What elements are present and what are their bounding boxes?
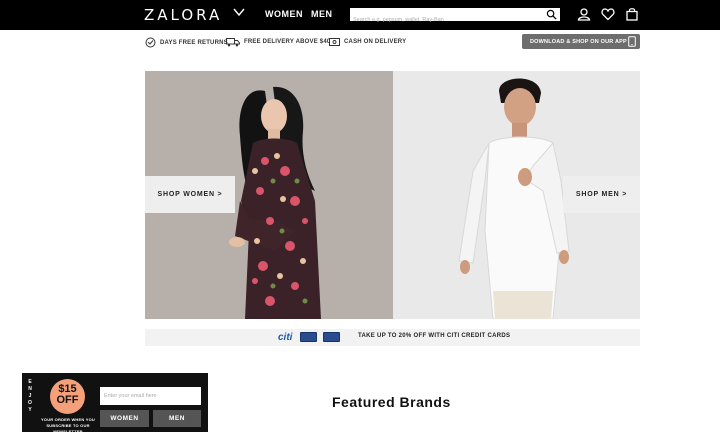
citi-logo: citi	[278, 332, 293, 343]
returns-icon	[145, 37, 156, 48]
chevron-down-icon[interactable]	[232, 5, 246, 19]
citi-promo-bar[interactable]: citi TAKE UP TO 20% OFF WITH CITI CREDIT…	[145, 329, 640, 346]
zalora-logo[interactable]: ZALORA	[144, 6, 222, 24]
shop-men-button[interactable]: SHOP MEN >	[563, 176, 640, 213]
enjoy-vertical-text: ENJOY	[26, 379, 34, 414]
usp-cod-label: CASH ON DELIVERY	[344, 39, 407, 45]
shop-women-button[interactable]: SHOP WOMEN >	[145, 176, 235, 213]
usp-returns-label: DAYS FREE RETURNS	[160, 39, 228, 46]
citi-promo-text: TAKE UP TO 20% OFF WITH CITI CREDIT CARD…	[358, 333, 511, 339]
top-navigation-bar: ZALORA WOMEN MEN	[0, 0, 720, 30]
user-icon[interactable]	[577, 7, 591, 21]
search-input[interactable]	[350, 13, 540, 27]
hero-men-banner[interactable]: SHOP MEN >	[393, 71, 640, 319]
featured-brands-title: Featured Brands	[332, 394, 451, 410]
bag-icon[interactable]	[625, 7, 639, 21]
search-icon[interactable]	[546, 9, 557, 20]
nav-men[interactable]: MEN	[311, 9, 333, 19]
truck-icon	[226, 38, 240, 47]
subscribe-men-button[interactable]: MEN	[153, 410, 201, 427]
search-bar	[350, 8, 560, 27]
enjoy-letters: ENJOY	[28, 379, 32, 413]
email-field[interactable]	[100, 387, 201, 405]
phone-icon	[628, 36, 636, 47]
discount-badge: $15 OFF	[50, 379, 85, 414]
newsletter-subtext: YOUR ORDER WHEN YOU SUBSCRIBE TO OUR NEW…	[41, 417, 95, 434]
usp-cod: CASH ON DELIVERY	[329, 37, 406, 47]
usp-delivery-label: FREE DELIVERY ABOVE $40	[244, 39, 331, 45]
discount-off: OFF	[56, 394, 79, 406]
credit-card-icon	[300, 332, 317, 342]
heart-icon[interactable]	[601, 7, 615, 21]
subscribe-women-button[interactable]: WOMEN	[100, 410, 149, 427]
download-app-button[interactable]: DOWNLOAD & SHOP ON OUR APP	[522, 34, 640, 49]
download-app-label: DOWNLOAD & SHOP ON OUR APP	[530, 38, 627, 45]
usp-returns: DAYS FREE RETURNS	[145, 37, 228, 48]
hero-women-banner[interactable]: SHOP WOMEN >	[145, 71, 393, 319]
credit-card-icon	[323, 332, 340, 342]
newsletter-popup: ENJOY $15 OFF YOUR ORDER WHEN YOU SUBSCR…	[22, 373, 208, 434]
nav-women[interactable]: WOMEN	[265, 9, 303, 19]
cash-icon	[329, 38, 340, 46]
usp-delivery: FREE DELIVERY ABOVE $40	[226, 37, 330, 47]
